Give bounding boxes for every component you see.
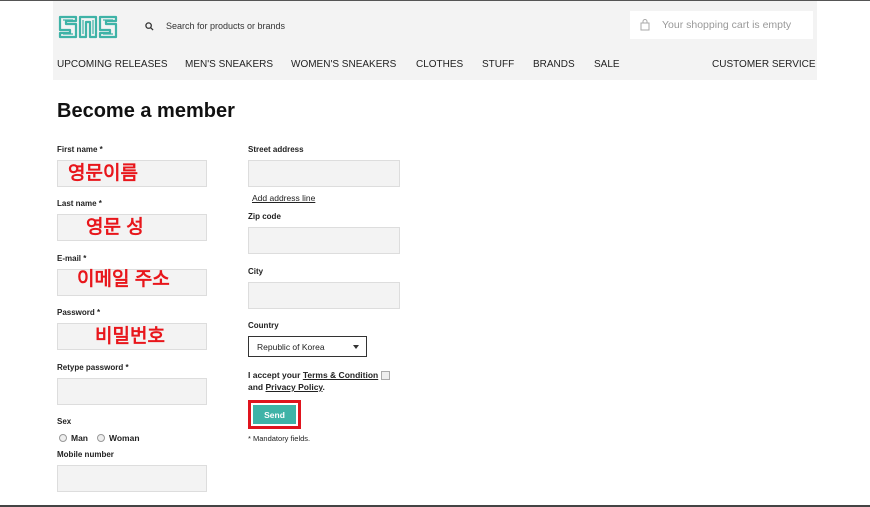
sns-logo[interactable]: [58, 11, 120, 48]
retype-password-input[interactable]: [57, 378, 207, 405]
last-name-label: Last name *: [57, 199, 102, 208]
country-select[interactable]: Republic of Korea: [248, 336, 367, 357]
cart-status-text: Your shopping cart is empty: [662, 19, 792, 31]
last-name-annotation: 영문 성: [86, 217, 144, 238]
street-address-label: Street address: [248, 145, 304, 154]
password-annotation: 비밀번호: [95, 326, 165, 347]
search-bar[interactable]: Search for products or brands: [145, 21, 285, 31]
radio-man[interactable]: [59, 434, 67, 442]
nav-item-womens-sneakers[interactable]: WOMEN'S SNEAKERS: [291, 59, 396, 70]
shopping-bag-icon: [640, 19, 650, 31]
search-input[interactable]: Search for products or brands: [166, 21, 285, 31]
street-address-input[interactable]: [248, 160, 400, 187]
mobile-input[interactable]: [57, 465, 207, 492]
nav-item-brands[interactable]: BRANDS: [533, 59, 575, 70]
password-label: Password *: [57, 308, 101, 317]
retype-password-label: Retype password *: [57, 363, 129, 372]
radio-man-label: Man: [71, 433, 88, 443]
radio-woman[interactable]: [97, 434, 105, 442]
country-label: Country: [248, 321, 279, 330]
mandatory-fields-note: * Mandatory fields.: [248, 434, 311, 443]
radio-woman-label: Woman: [109, 433, 140, 443]
nav-item-mens-sneakers[interactable]: MEN'S SNEAKERS: [185, 59, 273, 70]
chevron-down-icon: [353, 345, 359, 349]
email-label: E-mail *: [57, 254, 87, 263]
sex-options: Man Woman: [59, 433, 140, 443]
city-label: City: [248, 267, 264, 276]
mobile-label: Mobile number: [57, 450, 114, 459]
accept-prefix: I accept your: [248, 370, 301, 380]
zip-code-input[interactable]: [248, 227, 400, 254]
nav-item-stuff[interactable]: STUFF: [482, 59, 514, 70]
terms-acceptance: I accept your Terms & Condition and Priv…: [248, 369, 391, 393]
terms-checkbox[interactable]: [381, 371, 391, 381]
terms-link[interactable]: Terms & Condition: [303, 370, 378, 380]
nav-item-customer-service[interactable]: CUSTOMER SERVICE: [712, 59, 816, 70]
accept-and: and: [248, 382, 264, 392]
zip-code-label: Zip code: [248, 212, 281, 221]
country-select-value: Republic of Korea: [257, 341, 325, 352]
shopping-cart[interactable]: Your shopping cart is empty: [630, 11, 813, 39]
city-input[interactable]: [248, 282, 400, 309]
privacy-policy-link[interactable]: Privacy Policy: [266, 382, 323, 392]
first-name-label: First name *: [57, 145, 103, 154]
nav-item-clothes[interactable]: CLOTHES: [416, 59, 463, 70]
nav-item-sale[interactable]: SALE: [594, 59, 620, 70]
page-title: Become a member: [57, 100, 235, 122]
sns-logo-icon: [58, 15, 118, 39]
first-name-annotation: 영문이름: [68, 163, 138, 184]
site-header: Search for products or brands Your shopp…: [53, 1, 817, 80]
send-button-highlight: Send: [248, 400, 301, 429]
email-annotation: 이메일 주소: [77, 269, 170, 290]
nav-item-upcoming-releases[interactable]: UPCOMING RELEASES: [57, 59, 168, 70]
add-address-line-link[interactable]: Add address line: [252, 193, 315, 203]
sex-label: Sex: [57, 417, 72, 426]
send-button[interactable]: Send: [253, 405, 296, 424]
search-icon: [145, 21, 154, 31]
